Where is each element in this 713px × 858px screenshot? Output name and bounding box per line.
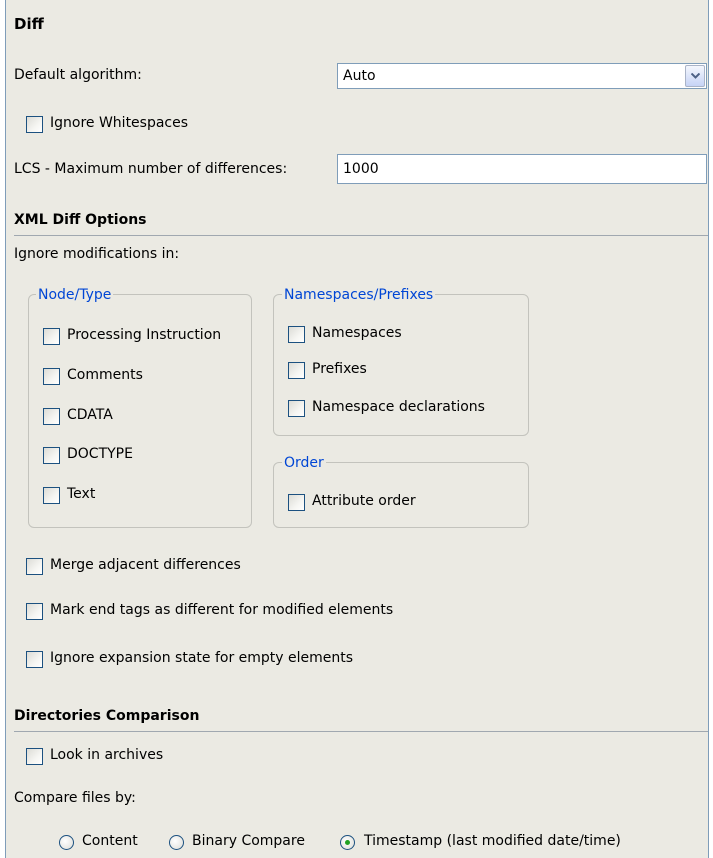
- content-radio[interactable]: [59, 835, 74, 850]
- processing-instruction-checkbox[interactable]: [43, 328, 60, 345]
- xml-diff-section-title: XML Diff Options: [14, 212, 147, 228]
- namespaces-prefixes-legend: Namespaces/Prefixes: [282, 287, 436, 303]
- text-checkbox[interactable]: [43, 487, 60, 504]
- timestamp-radio-label: Timestamp (last modified date/time): [364, 833, 621, 849]
- merge-adjacent-checkbox[interactable]: [26, 558, 43, 575]
- binary-compare-radio-label: Binary Compare: [192, 833, 305, 849]
- mark-end-tags-checkbox[interactable]: [26, 603, 43, 620]
- lcs-max-input[interactable]: 1000: [337, 154, 707, 184]
- namespace-declarations-label: Namespace declarations: [312, 399, 485, 415]
- look-in-archives-checkbox[interactable]: [26, 748, 43, 765]
- namespace-declarations-checkbox[interactable]: [288, 400, 305, 417]
- default-algorithm-value: Auto: [343, 68, 376, 84]
- ignore-expansion-checkbox[interactable]: [26, 651, 43, 668]
- namespaces-label: Namespaces: [312, 325, 402, 341]
- default-algorithm-select[interactable]: Auto: [337, 63, 707, 89]
- ignore-whitespaces-label: Ignore Whitespaces: [50, 115, 189, 131]
- attribute-order-label: Attribute order: [312, 493, 416, 509]
- prefixes-checkbox[interactable]: [288, 362, 305, 379]
- doctype-checkbox[interactable]: [43, 447, 60, 464]
- comments-checkbox[interactable]: [43, 368, 60, 385]
- attribute-order-checkbox[interactable]: [288, 494, 305, 511]
- chevron-down-icon: [691, 73, 700, 79]
- ignore-whitespaces-checkbox[interactable]: [26, 116, 43, 133]
- look-in-archives-label: Look in archives: [50, 747, 164, 763]
- comments-label: Comments: [67, 367, 143, 383]
- lcs-max-label: LCS - Maximum number of differences:: [14, 161, 288, 177]
- node-type-legend: Node/Type: [36, 287, 114, 303]
- namespaces-checkbox[interactable]: [288, 326, 305, 343]
- timestamp-radio[interactable]: [340, 835, 355, 850]
- order-legend: Order: [282, 455, 326, 471]
- text-label: Text: [67, 486, 96, 502]
- default-algorithm-label: Default algorithm:: [14, 67, 142, 83]
- mark-end-tags-label: Mark end tags as different for modified …: [50, 602, 394, 618]
- compare-files-by-label: Compare files by:: [14, 790, 136, 806]
- merge-adjacent-label: Merge adjacent differences: [50, 557, 241, 573]
- ignore-modifications-label: Ignore modifications in:: [14, 246, 180, 262]
- processing-instruction-label: Processing Instruction: [67, 327, 222, 343]
- content-radio-label: Content: [82, 833, 138, 849]
- xml-diff-separator: [14, 235, 708, 236]
- dropdown-arrow-button[interactable]: [685, 65, 705, 87]
- cdata-checkbox[interactable]: [43, 408, 60, 425]
- directories-section-title: Directories Comparison: [14, 708, 200, 724]
- radio-selected-dot: [345, 840, 350, 845]
- cdata-label: CDATA: [67, 407, 113, 423]
- binary-compare-radio[interactable]: [169, 835, 184, 850]
- directories-separator: [14, 731, 708, 732]
- ignore-expansion-label: Ignore expansion state for empty element…: [50, 650, 354, 666]
- diff-section-title: Diff: [14, 15, 44, 33]
- prefixes-label: Prefixes: [312, 361, 367, 377]
- doctype-label: DOCTYPE: [67, 446, 133, 462]
